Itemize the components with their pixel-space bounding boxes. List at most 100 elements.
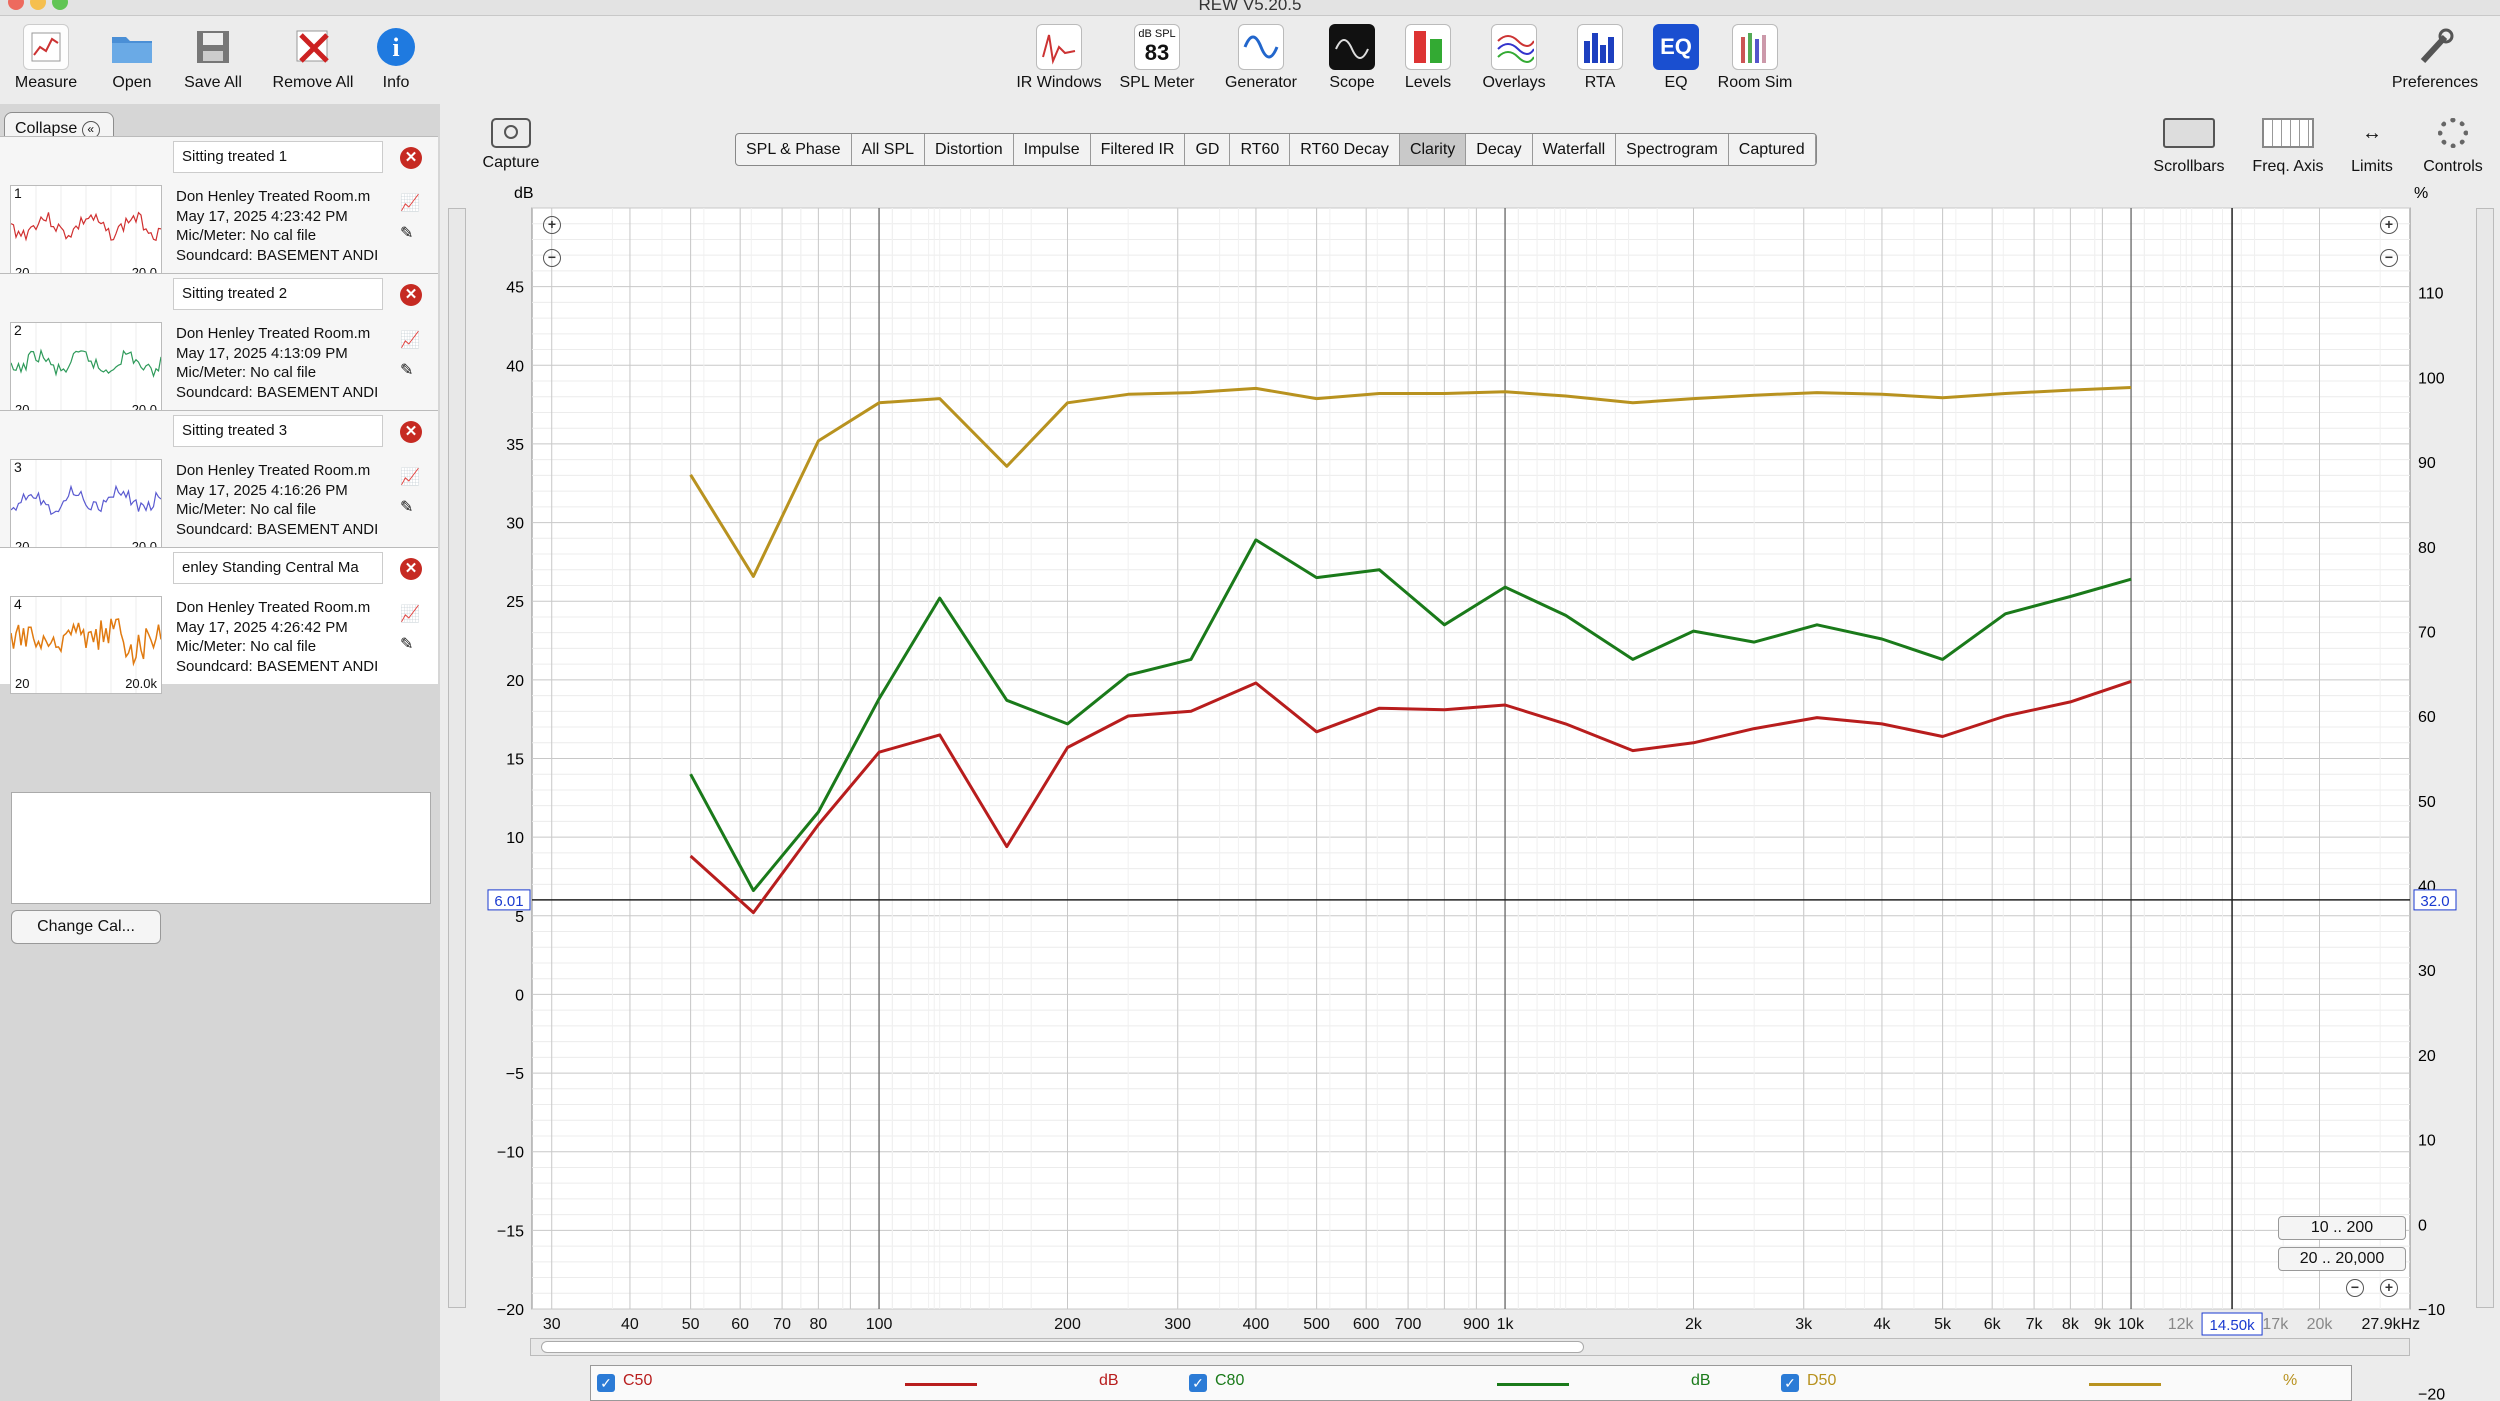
room-sim-button[interactable]: Room Sim xyxy=(1710,24,1800,92)
tab-gd[interactable]: GD xyxy=(1185,134,1231,165)
tab-spectrogram[interactable]: Spectrogram xyxy=(1616,134,1729,165)
legend-series-name: C50 xyxy=(623,1372,653,1389)
freq-axis-button[interactable]: Freq. Axis xyxy=(2243,118,2333,176)
svg-text:i: i xyxy=(392,33,399,62)
zoom-out-right-icon[interactable]: − xyxy=(2380,249,2398,267)
change-cal-button[interactable]: Change Cal... xyxy=(11,910,161,944)
measurement-name-field[interactable]: Sitting treated 1 xyxy=(173,141,383,173)
measurement-card[interactable]: Sitting treated 3 ✕ 20 20.0 3 Don Henley… xyxy=(0,410,438,557)
x-tick-label: 70 xyxy=(773,1316,791,1333)
tab-all-spl[interactable]: All SPL xyxy=(852,134,926,165)
notes-textarea[interactable] xyxy=(11,792,431,904)
graph-properties-icon[interactable]: 📈 xyxy=(400,330,420,350)
scope-icon xyxy=(1329,24,1375,70)
cursor-freq-readout: 14.50k xyxy=(2210,1317,2256,1334)
delete-measurement-icon[interactable]: ✕ xyxy=(400,147,422,169)
tab-rt60-decay[interactable]: RT60 Decay xyxy=(1290,134,1400,165)
gear-icon xyxy=(2438,118,2468,148)
measurement-info: Don Henley Treated Room.m May 17, 2025 4… xyxy=(176,599,379,675)
y-right-tick-label: 40 xyxy=(2418,879,2436,896)
vertical-scrollbar-right[interactable] xyxy=(2476,208,2494,1308)
x-tick-label: 300 xyxy=(1164,1316,1191,1333)
tab-decay[interactable]: Decay xyxy=(1466,134,1533,165)
pen-icon[interactable]: ✎ xyxy=(400,497,413,517)
horizontal-scrollbar[interactable] xyxy=(530,1338,2410,1356)
zoom-in-right-icon[interactable]: + xyxy=(2380,216,2398,234)
graph-properties-icon[interactable]: 📈 xyxy=(400,604,420,624)
legend-checkbox[interactable]: ✓ xyxy=(1189,1374,1207,1392)
levels-button[interactable]: Levels xyxy=(1383,24,1473,92)
open-button[interactable]: Open xyxy=(87,24,177,92)
x-tick-label: 2k xyxy=(1685,1316,1703,1333)
measurement-number: 4 xyxy=(14,596,22,612)
overlays-button[interactable]: Overlays xyxy=(1469,24,1559,92)
measurement-thumbnail[interactable]: 20 20.0k xyxy=(10,596,162,694)
x-tick-label: 200 xyxy=(1054,1316,1081,1333)
pen-icon[interactable]: ✎ xyxy=(400,223,413,243)
tab-clarity[interactable]: Clarity xyxy=(1399,134,1467,165)
spl-meter-button[interactable]: dB SPL 83 SPL Meter xyxy=(1112,24,1202,92)
measurement-thumbnail[interactable]: 20 20.0 xyxy=(10,185,162,283)
pen-icon[interactable]: ✎ xyxy=(400,360,413,380)
generator-icon xyxy=(1238,24,1284,70)
generator-button[interactable]: Generator xyxy=(1216,24,1306,92)
measurement-name-field[interactable]: Sitting treated 3 xyxy=(173,415,383,447)
graph-properties-icon[interactable]: 📈 xyxy=(400,193,420,213)
measurement-name-field[interactable]: Sitting treated 2 xyxy=(173,278,383,310)
tab-filtered-ir[interactable]: Filtered IR xyxy=(1091,134,1186,165)
legend-checkbox[interactable]: ✓ xyxy=(1781,1374,1799,1392)
capture-button[interactable]: Capture xyxy=(478,118,544,172)
measurement-thumbnail[interactable]: 20 20.0 xyxy=(10,459,162,557)
tab-impulse[interactable]: Impulse xyxy=(1014,134,1091,165)
pen-icon[interactable]: ✎ xyxy=(400,634,413,654)
preferences-button[interactable]: Preferences xyxy=(2390,24,2480,92)
range-20-20000-button[interactable]: 20 .. 20,000 xyxy=(2278,1247,2406,1271)
save-all-button[interactable]: Save All xyxy=(168,24,258,92)
tab-spl-phase[interactable]: SPL & Phase xyxy=(736,134,852,165)
x-tick-label: 27.9kHz xyxy=(2361,1316,2420,1333)
y-right-tick-label: 20 xyxy=(2418,1048,2436,1065)
delete-measurement-icon[interactable]: ✕ xyxy=(400,558,422,580)
limits-icon: ↔ xyxy=(2362,122,2382,144)
graph-properties-icon[interactable]: 📈 xyxy=(400,467,420,487)
legend-checkbox[interactable]: ✓ xyxy=(597,1374,615,1392)
controls-button[interactable]: Controls xyxy=(2408,118,2498,176)
delete-measurement-icon[interactable]: ✕ xyxy=(400,284,422,306)
x-tick-label: 3k xyxy=(1795,1316,1813,1333)
measurement-thumbnail[interactable]: 20 20.0 xyxy=(10,322,162,420)
scrollbars-button[interactable]: Scrollbars xyxy=(2144,118,2234,176)
horizontal-scroll-thumb[interactable] xyxy=(541,1341,1584,1353)
zoom-out-left-icon[interactable]: − xyxy=(543,249,561,267)
ir-windows-button[interactable]: IR Windows xyxy=(1014,24,1104,92)
vertical-scrollbar-left[interactable] xyxy=(448,208,466,1308)
x-tick-label: 900 xyxy=(1463,1316,1490,1333)
tab-captured[interactable]: Captured xyxy=(1729,134,1816,165)
remove-icon xyxy=(290,24,336,70)
delete-measurement-icon[interactable]: ✕ xyxy=(400,421,422,443)
zoom-in-x-icon[interactable]: + xyxy=(2380,1279,2398,1297)
info-button[interactable]: i Info xyxy=(351,24,441,92)
zoom-in-left-icon[interactable]: + xyxy=(543,216,561,234)
measurement-card[interactable]: enley Standing Central Ma ✕ 20 20.0k 4 D… xyxy=(0,547,438,694)
cursor-freq-readout-box xyxy=(2201,1312,2263,1336)
measurement-name-field[interactable]: enley Standing Central Ma xyxy=(173,552,383,584)
x-tick-label: 4k xyxy=(1873,1316,1891,1333)
x-tick-label: 50 xyxy=(682,1316,700,1333)
y-left-tick-label: 45 xyxy=(506,280,524,297)
measurement-card[interactable]: Sitting treated 2 ✕ 20 20.0 2 Don Henley… xyxy=(0,273,438,420)
tab-rt60[interactable]: RT60 xyxy=(1230,134,1291,165)
cursor-right-readout: 32.0 xyxy=(2420,893,2449,910)
y-left-tick-label: 10 xyxy=(506,830,524,847)
remove-all-button[interactable]: Remove All xyxy=(268,24,358,92)
range-10-200-button[interactable]: 10 .. 200 xyxy=(2278,1216,2406,1240)
x-tick-label: 400 xyxy=(1243,1316,1270,1333)
tab-distortion[interactable]: Distortion xyxy=(925,134,1014,165)
eq-button[interactable]: EQ EQ xyxy=(1631,24,1721,92)
zoom-out-x-icon[interactable]: − xyxy=(2346,1279,2364,1297)
tab-waterfall[interactable]: Waterfall xyxy=(1533,134,1617,165)
legend-line-swatch xyxy=(2089,1383,2161,1386)
x-tick-label: 8k xyxy=(2062,1316,2080,1333)
measurement-card[interactable]: Sitting treated 1 ✕ 20 20.0 1 Don Henley… xyxy=(0,136,438,283)
limits-button[interactable]: ↔ Limits xyxy=(2327,118,2417,176)
measure-button[interactable]: Measure xyxy=(1,24,91,92)
